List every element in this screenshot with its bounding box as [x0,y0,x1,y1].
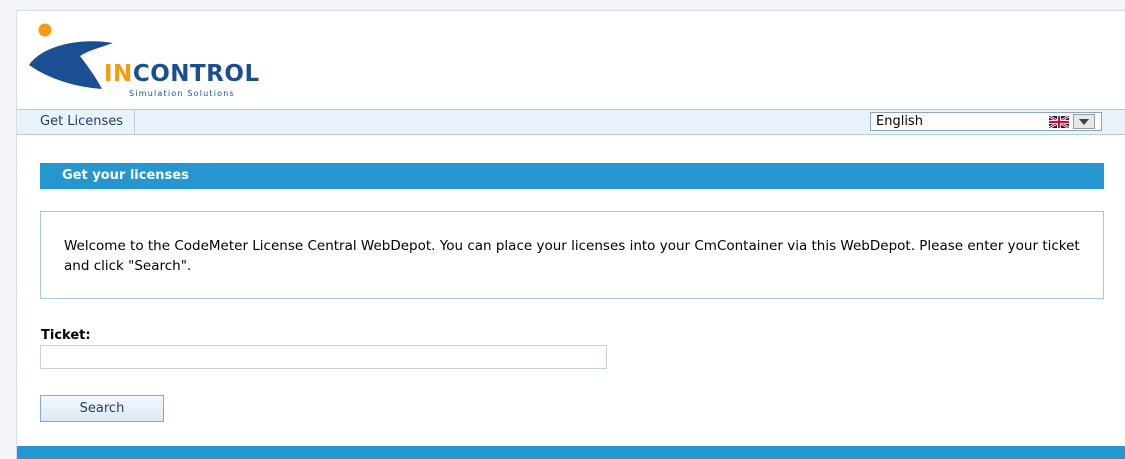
footer-bar [17,446,1125,459]
nav-bar: Get Licenses English [17,109,1125,135]
logo-wordmark-in: IN [104,61,133,87]
search-button[interactable]: Search [40,395,164,422]
section-title: Get your licenses [40,163,1104,189]
language-selected-value: English [876,114,923,129]
incontrol-logo: INCONTROL Simulation Solutions [25,21,265,101]
nav-item-get-licenses[interactable]: Get Licenses [29,110,136,134]
ticket-input[interactable] [40,345,607,369]
logo-wordmark: INCONTROL [104,61,260,87]
language-dropdown-button[interactable] [1073,114,1095,129]
info-text: Welcome to the CodeMeter License Central… [64,238,1080,274]
logo-swoosh-icon [29,23,113,89]
chevron-down-icon [1079,119,1089,125]
logo-tagline: Simulation Solutions [129,89,235,98]
ticket-label: Ticket: [41,328,91,343]
page: INCONTROL Simulation Solutions Get Licen… [17,11,1125,459]
info-box: Welcome to the CodeMeter License Central… [40,211,1104,299]
window-left-border [0,10,17,459]
uk-flag-icon [1049,116,1069,128]
language-select[interactable]: English [870,112,1102,131]
logo-wordmark-control: CONTROL [132,61,260,87]
window-top-border [0,0,1125,11]
